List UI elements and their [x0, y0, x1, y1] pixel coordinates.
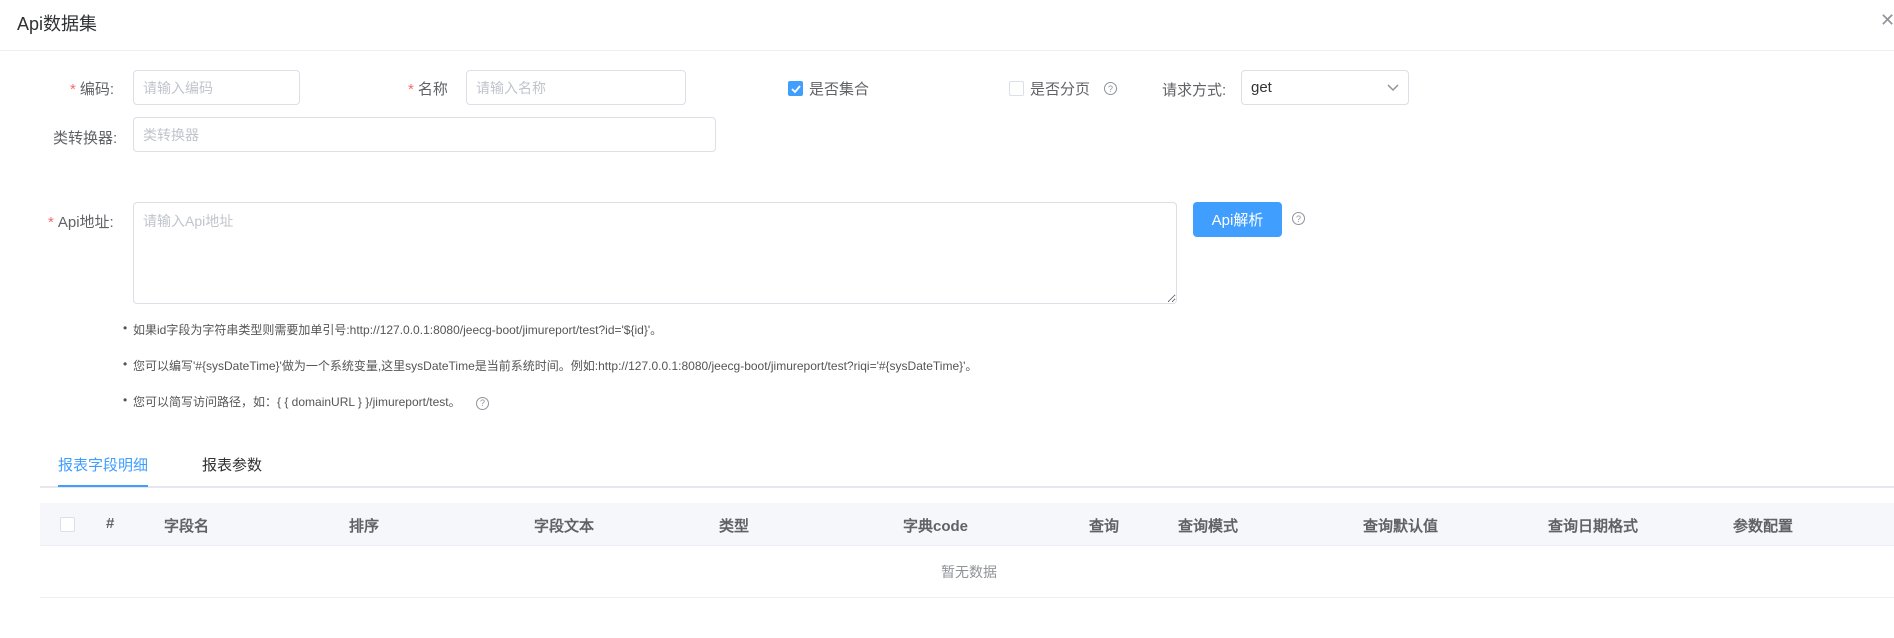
required-mark: * [408, 81, 414, 98]
column-header: # [106, 515, 115, 532]
help-icon[interactable]: ? [1292, 212, 1305, 225]
close-icon[interactable]: ✕ [1880, 10, 1894, 31]
tip-item: 您可以编写'#{sysDateTime}'做为一个系统变量,这里sysDateT… [123, 357, 977, 374]
empty-text: 暂无数据 [941, 564, 997, 580]
method-select[interactable]: get [1241, 70, 1409, 105]
code-input[interactable] [133, 70, 300, 105]
column-header: 字段名 [164, 518, 210, 535]
column-header: 查询日期格式 [1548, 518, 1639, 535]
name-label: * 名称 [408, 81, 448, 98]
checkbox-checked-icon[interactable] [788, 81, 803, 96]
help-icon[interactable]: ? [1104, 82, 1118, 95]
is-collection-checkbox[interactable]: 是否集合 [788, 78, 869, 99]
is-collection-label: 是否集合 [809, 81, 870, 98]
column-header: 查询默认值 [1363, 518, 1439, 535]
tabs: 报表字段明细 报表参数 [40, 450, 1894, 488]
converter-label: 类转换器: [53, 130, 118, 147]
column-header: 字典code [903, 518, 969, 535]
help-icon[interactable]: ? [476, 396, 489, 410]
is-paged-label: 是否分页 [1030, 81, 1091, 98]
required-mark: * [48, 214, 54, 231]
table-header: # 字段名 排序 字段文本 类型 字典code 查询 查询模式 查询默认值 查询… [40, 503, 1894, 546]
tip-item: 您可以简写访问路径，如：{ { domainURL } }/jimureport… [123, 393, 489, 410]
api-url-textarea[interactable] [133, 202, 1177, 304]
column-header: 查询模式 [1178, 518, 1239, 535]
tab-field-details[interactable]: 报表字段明细 [58, 454, 149, 487]
required-mark: * [70, 81, 76, 98]
dialog-title: Api数据集 [17, 14, 98, 34]
code-label: * 编码: [70, 81, 115, 98]
is-paged-checkbox[interactable]: 是否分页 ? [1009, 78, 1118, 99]
tab-report-params[interactable]: 报表参数 [202, 454, 262, 485]
column-header: 查询 [1089, 518, 1120, 535]
chevron-down-icon [1387, 79, 1399, 96]
api-parse-button[interactable]: Api解析 [1193, 202, 1282, 237]
column-header: 字段文本 [534, 518, 595, 535]
dialog-header: Api数据集 ✕ [0, 0, 1894, 51]
column-header: 排序 [349, 518, 380, 535]
converter-input[interactable] [133, 117, 716, 152]
api-url-label: * Api地址: [48, 214, 114, 231]
method-label: 请求方式: [1162, 82, 1227, 99]
checkbox-unchecked-icon[interactable] [1009, 81, 1024, 96]
column-header: 类型 [719, 518, 750, 535]
select-all-checkbox[interactable] [60, 517, 75, 532]
method-value: get [1251, 79, 1272, 96]
column-header: 参数配置 [1733, 518, 1794, 535]
tip-item: 如果id字段为字符串类型则需要加单引号:http://127.0.0.1:808… [123, 321, 662, 338]
name-input[interactable] [466, 70, 686, 105]
table-empty-row: 暂无数据 [40, 546, 1894, 598]
